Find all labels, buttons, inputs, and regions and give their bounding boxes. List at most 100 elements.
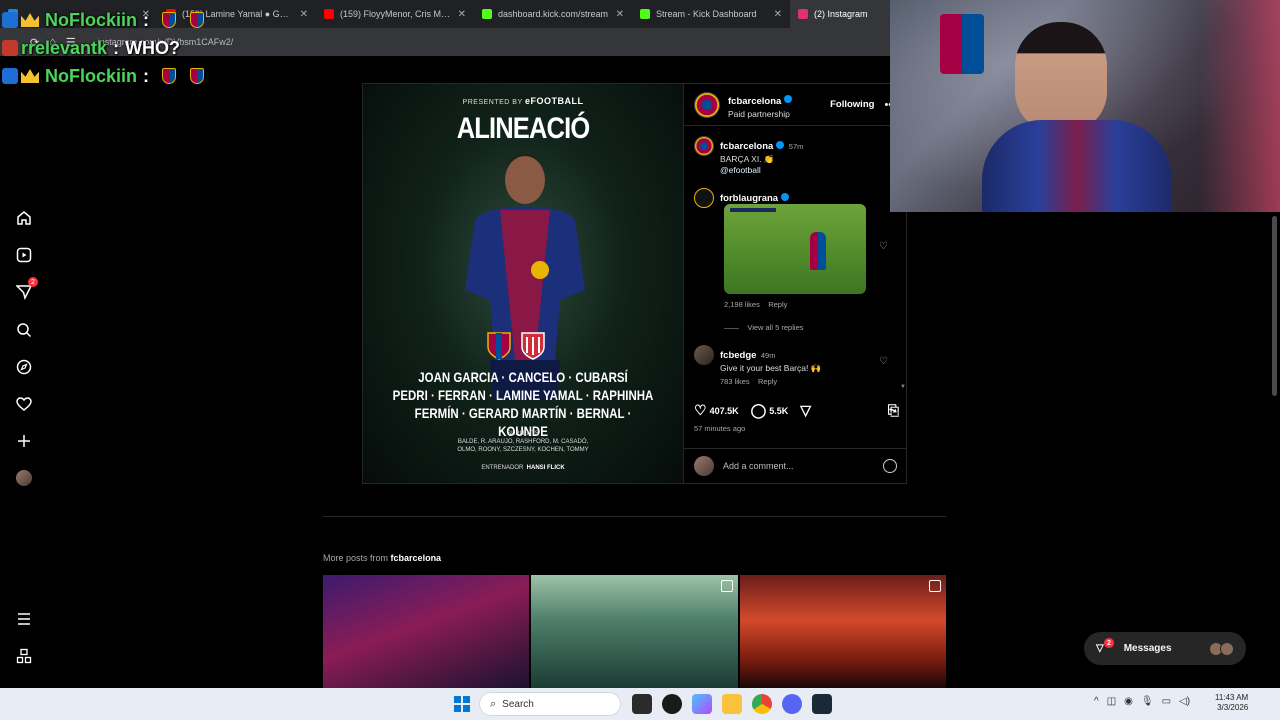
save-icon[interactable]: ⎘ [888, 402, 899, 419]
home-icon[interactable] [14, 208, 34, 228]
close-tab-icon[interactable]: ✕ [300, 9, 308, 20]
likes-count[interactable]: 407.5K [710, 406, 739, 416]
explore-icon[interactable] [14, 357, 34, 377]
share-icon[interactable]: ▽ [800, 402, 811, 419]
discord-icon[interactable] [782, 694, 802, 714]
taskbar-search[interactable]: ⌕ Search [479, 692, 621, 716]
caption-avatar[interactable] [694, 136, 714, 156]
close-tab-icon[interactable]: ✕ [458, 9, 466, 20]
author-avatar[interactable] [694, 91, 720, 118]
barca-emote-icon [190, 68, 205, 84]
reply-button[interactable]: Reply [768, 300, 787, 309]
also-from-meta-icon[interactable] [14, 646, 34, 666]
caption-username[interactable]: fcbarcelona [720, 141, 773, 152]
caption-mention-link[interactable]: @efootball [720, 165, 803, 175]
add-comment-input[interactable] [723, 461, 863, 471]
clock-time: 11:43 AM [1215, 693, 1249, 702]
tray-app-icon[interactable]: ◉ [1124, 696, 1133, 707]
post-image[interactable]: PRESENTED BY eFOOTBALL ALINEACIÓ JOAN GA… [363, 84, 683, 483]
subs-row: BALDE, R. ARAUJO, RASHFORD, M. CASADÓ, [457, 439, 589, 445]
comments-count[interactable]: 5.5K [769, 406, 788, 416]
browser-tab-3[interactable]: (159) FloyyMenor, Cris MJ - Gat ✕ [316, 0, 474, 28]
browser-tab-5[interactable]: Stream - Kick Dashboard ✕ [632, 0, 790, 28]
chat-username: NoFlockiin [45, 65, 138, 86]
grid-post-3[interactable] [739, 575, 946, 688]
grid-post-2[interactable] [531, 575, 738, 688]
browser-tab-4[interactable]: dashboard.kick.com/stream ✕ [474, 0, 632, 28]
comment-gif-image[interactable] [724, 204, 866, 294]
chat-message: WHO? [125, 37, 181, 58]
comment-likes[interactable]: 783 likes [720, 377, 750, 386]
system-tray: ^ ◫ ◉ 🎙 ▭ ◁) [1094, 696, 1190, 707]
create-icon[interactable] [14, 431, 34, 451]
verified-icon [784, 95, 793, 104]
messages-label: Messages [1123, 643, 1172, 654]
comment-username[interactable]: fcbedge [720, 350, 756, 361]
like-icon[interactable]: ♡ [694, 402, 707, 419]
volume-icon[interactable]: ◁) [1179, 696, 1190, 707]
heart-icon[interactable] [14, 394, 34, 414]
reply-button[interactable]: Reply [758, 377, 777, 386]
chat-separator: : [113, 37, 120, 58]
taskbar-apps [632, 694, 832, 714]
copilot-icon[interactable] [692, 694, 712, 714]
caption-text: BARÇA XI. 👏 [720, 154, 775, 164]
close-tab-icon[interactable]: ✕ [616, 9, 624, 20]
comment-icon[interactable]: ◯ [751, 402, 767, 419]
following-button[interactable]: Following [830, 99, 874, 110]
post-header: fcbarcelona Paid partnership Following •… [684, 84, 906, 126]
paid-partnership-label[interactable]: Paid partnership [728, 109, 792, 119]
page-scrollbar[interactable] [1271, 212, 1278, 688]
comments-scroll-arrow-icon[interactable]: ▼ [900, 384, 906, 390]
chrome-icon[interactable] [752, 694, 772, 714]
search-icon[interactable] [14, 320, 34, 340]
current-user-avatar [694, 456, 714, 476]
comment-avatar[interactable] [694, 345, 714, 365]
close-tab-icon[interactable]: ✕ [774, 9, 782, 20]
task-view-icon[interactable] [632, 694, 652, 714]
taskbar-clock[interactable]: 11:43 AM 3/3/2026 [1215, 693, 1248, 713]
comment-meta: 2,198 likes Reply [724, 300, 787, 309]
steam-icon[interactable] [812, 694, 832, 714]
streamer-body [982, 120, 1172, 212]
view-replies-label[interactable]: View all 5 replies [747, 323, 803, 332]
messages-icon[interactable]: 2 [14, 277, 38, 302]
grid-post-1[interactable] [323, 575, 530, 688]
author-username[interactable]: fcbarcelona [728, 96, 781, 107]
clock-date: 3/3/2026 [1217, 703, 1249, 712]
kick-icon [482, 9, 492, 19]
framed-jersey [940, 14, 984, 74]
network-icon[interactable]: ▭ [1162, 696, 1171, 707]
menu-icon[interactable] [14, 609, 34, 629]
reels-icon[interactable] [14, 245, 34, 265]
start-button[interactable] [454, 696, 470, 712]
chat-separator: : [143, 9, 150, 30]
comment-username[interactable]: forblaugrana [720, 193, 778, 204]
match-crests [487, 332, 545, 360]
tab-label: dashboard.kick.com/stream [498, 9, 609, 19]
microphone-icon[interactable]: 🎙 [1141, 696, 1154, 707]
like-comment-icon[interactable]: ♡ [879, 241, 888, 252]
messages-icon: ▽ [1096, 643, 1104, 654]
caption: fcbarcelona 57m BARÇA XI. 👏 @efootball [694, 136, 803, 175]
coach-label: ENTRENADOR [481, 465, 524, 471]
verified-icon [776, 140, 785, 149]
tray-overflow-icon[interactable]: ^ [1094, 696, 1099, 707]
crown-badge-icon [21, 13, 39, 27]
more-posts-username[interactable]: fcbarcelona [391, 553, 442, 563]
comment-avatar[interactable] [694, 188, 714, 208]
view-replies-link[interactable]: —— View all 5 replies [724, 323, 803, 332]
like-comment-icon[interactable]: ♡ [879, 356, 888, 367]
profile-avatar[interactable] [14, 468, 34, 488]
obs-icon[interactable] [662, 694, 682, 714]
search-icon: ⌕ [490, 697, 497, 710]
collab-indicator-icon [928, 580, 941, 592]
instagram-icon [798, 9, 808, 19]
reel-indicator-icon [720, 580, 733, 592]
messages-avatars [1209, 641, 1234, 656]
emoji-picker-icon[interactable] [883, 459, 897, 473]
messages-button[interactable]: ▽ 2 Messages [1084, 632, 1246, 665]
tray-app-icon[interactable]: ◫ [1107, 696, 1116, 707]
file-explorer-icon[interactable] [722, 694, 742, 714]
comment-likes[interactable]: 2,198 likes [724, 300, 760, 309]
